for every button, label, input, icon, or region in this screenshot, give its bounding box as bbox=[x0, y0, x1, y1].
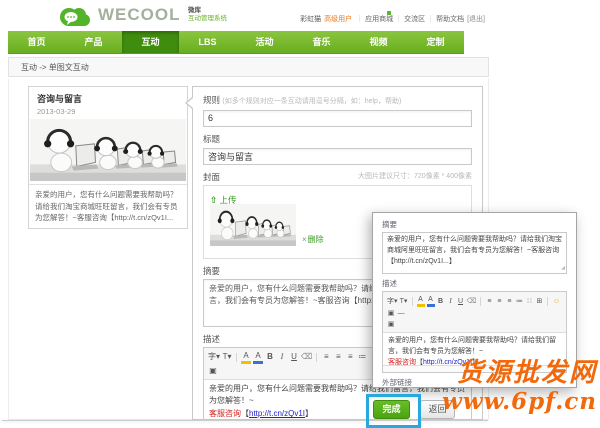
nav-item-activity[interactable]: 活动 bbox=[236, 31, 293, 53]
nav-item-lbs[interactable]: LBS bbox=[179, 31, 236, 53]
remove-format-icon[interactable]: ⌫ bbox=[467, 297, 477, 306]
remove-format-icon[interactable]: ⌫ bbox=[301, 352, 312, 362]
header-link-3[interactable]: 帮助文档 bbox=[436, 16, 464, 23]
textarea-resize-corner[interactable]: ◢ bbox=[561, 265, 565, 273]
preview-date: 2013-03-29 bbox=[37, 107, 76, 116]
nav-item-music[interactable]: 音乐 bbox=[293, 31, 350, 53]
ordered-list-icon[interactable]: ≔ bbox=[515, 297, 523, 306]
cover-thumbnail bbox=[210, 203, 296, 246]
preview-cover-image bbox=[30, 119, 186, 181]
font-family-select-icon[interactable]: 字▾ bbox=[208, 352, 220, 362]
align-right-icon[interactable]: ≡ bbox=[505, 297, 513, 306]
brand-subtitle: 微库 互动管理系统 bbox=[188, 7, 227, 23]
nav-item-home[interactable]: 首页 bbox=[8, 31, 65, 53]
cover-size-hint: 大图片建议尺寸：720像素 * 400像素 bbox=[358, 172, 472, 180]
align-right-icon[interactable]: ≡ bbox=[345, 352, 355, 362]
title-label: 标题 bbox=[203, 133, 221, 144]
screenshot-root: WECOOL 微库 互动管理系统 彩虹猫 高级用户｜应用商城｜交流区｜帮助文档 [退… bbox=[0, 0, 600, 428]
image-icon[interactable]: ▣ bbox=[387, 309, 395, 318]
rule-input[interactable] bbox=[203, 109, 472, 127]
wecool-cloud-logo-icon bbox=[60, 8, 90, 26]
ordered-list-icon[interactable]: ≔ bbox=[357, 352, 367, 362]
toolbar-separator bbox=[547, 296, 549, 306]
toolbar-separator bbox=[316, 352, 318, 362]
watermark-line1: 货源批发网 bbox=[456, 358, 597, 388]
breadcrumb: 互动 -> 单图文互动 bbox=[8, 57, 489, 77]
underline-icon[interactable]: U bbox=[289, 352, 299, 362]
bold-icon[interactable]: B bbox=[437, 297, 445, 306]
separator: ｜ bbox=[356, 16, 364, 23]
highlight-color-icon[interactable]: A bbox=[241, 351, 252, 364]
toolbar-separator bbox=[480, 296, 482, 306]
tcn-link[interactable]: http://t.cn/zQv1I bbox=[249, 409, 305, 418]
separator: ｜ bbox=[427, 16, 435, 23]
dialog-summary-textarea[interactable]: 亲爱的用户，您有什么问题需要我帮助吗？请给我们淘宝商城阿里旺旺留言，我们会有专员… bbox=[382, 232, 567, 274]
header-link-2[interactable]: 交流区 bbox=[404, 16, 425, 23]
nav-item-product[interactable]: 产品 bbox=[65, 31, 122, 53]
brand-subtitle-system: 互动管理系统 bbox=[188, 14, 227, 22]
font-family-select-icon[interactable]: 字▾ bbox=[387, 297, 398, 306]
title-input[interactable] bbox=[203, 147, 472, 165]
watermark-line2: www.6pf.cn bbox=[442, 388, 597, 416]
align-left-icon[interactable]: ≡ bbox=[485, 297, 493, 306]
nav-bar: 首页 产品 互动 LBS 活动 音乐 视频 定制 bbox=[8, 31, 464, 54]
align-center-icon[interactable]: ≡ bbox=[495, 297, 503, 306]
rule-hint: (如多个规则对应一条互动请用逗号分隔，如：help，帮助) bbox=[222, 98, 402, 105]
delete-cover-button[interactable]: ×删除 bbox=[302, 234, 324, 245]
table-icon[interactable]: ⊞ bbox=[535, 297, 543, 306]
preview-summary: 亲爱的用户，您有什么问题需要我帮助吗？请给我们淘宝商城旺旺留言，我们会有专员为您… bbox=[29, 184, 187, 228]
user-name: 彩虹猫 bbox=[300, 16, 322, 23]
bold-icon[interactable]: B bbox=[265, 352, 275, 362]
italic-icon[interactable]: I bbox=[277, 352, 287, 362]
image-upload-icon[interactable]: ▣ bbox=[208, 366, 218, 376]
dialog-summary-label: 摘要 bbox=[382, 220, 397, 229]
red-highlight-text: 客服咨询 bbox=[209, 409, 241, 419]
align-left-icon[interactable]: ≡ bbox=[321, 352, 331, 362]
user-level-link[interactable]: 高级用户 bbox=[324, 16, 352, 23]
horizontal-rule-icon[interactable]: — bbox=[397, 309, 405, 318]
align-center-icon[interactable]: ≡ bbox=[333, 352, 343, 362]
preview-title: 咨询与留言 bbox=[37, 94, 83, 104]
underline-icon[interactable]: U bbox=[457, 297, 465, 306]
italic-icon[interactable]: I bbox=[447, 297, 455, 306]
toolbar-separator bbox=[411, 296, 413, 306]
unordered-list-icon[interactable]: ∷ bbox=[525, 297, 533, 306]
emoticon-icon[interactable]: ☺ bbox=[552, 297, 560, 306]
message-preview-card: 咨询与留言 2013-03-29 亲爱的用户，您有什么问题需要我帮助吗？请给我们… bbox=[28, 86, 188, 229]
nav-item-custom[interactable]: 定制 bbox=[407, 31, 464, 53]
header-links: 彩虹猫 高级用户｜应用商城｜交流区｜帮助文档 [退出] bbox=[300, 14, 485, 24]
dialog-editor-toolbar: 字▾ T▾ A A B I U ⌫ ≡ ≡ ≡ ≔ ∷ ⊞ ☺ ▣ — ▣ bbox=[383, 292, 566, 333]
watermark: 货源批发网 www.6pf.cn bbox=[442, 358, 597, 414]
highlight-color-icon[interactable]: A bbox=[416, 295, 425, 307]
page-header: WECOOL 微库 互动管理系统 彩虹猫 高级用户｜应用商城｜交流区｜帮助文档 [退… bbox=[8, 2, 491, 31]
red-highlight-text: 客服咨询 bbox=[388, 358, 416, 365]
font-size-select-icon[interactable]: T▾ bbox=[222, 352, 232, 362]
separator: ｜ bbox=[395, 16, 403, 23]
font-size-select-icon[interactable]: T▾ bbox=[400, 297, 408, 306]
toolbar-separator bbox=[236, 352, 238, 362]
nav-item-video[interactable]: 视频 bbox=[350, 31, 407, 53]
click-highlight-annotation bbox=[366, 394, 421, 428]
header-link-1[interactable]: 应用商城 bbox=[365, 16, 393, 23]
image-upload-icon[interactable]: ▣ bbox=[387, 320, 395, 329]
font-color-icon[interactable]: A bbox=[253, 351, 264, 364]
nav-item-interaction[interactable]: 互动 bbox=[122, 31, 179, 53]
font-color-icon[interactable]: A bbox=[426, 295, 435, 307]
dialog-description-label: 描述 bbox=[382, 279, 397, 288]
delete-icon: × bbox=[302, 234, 307, 244]
brand-wordmark: WECOOL bbox=[98, 5, 181, 24]
brand-subtitle-cn: 微库 bbox=[188, 7, 201, 14]
cover-label: 大图片建议尺寸：720像素 * 400像素 封面 bbox=[203, 171, 472, 182]
logout-link[interactable]: [退出] bbox=[467, 16, 485, 23]
rule-label: 规则 (如多个规则对应一条互动请用逗号分隔，如：help，帮助) bbox=[203, 95, 402, 105]
